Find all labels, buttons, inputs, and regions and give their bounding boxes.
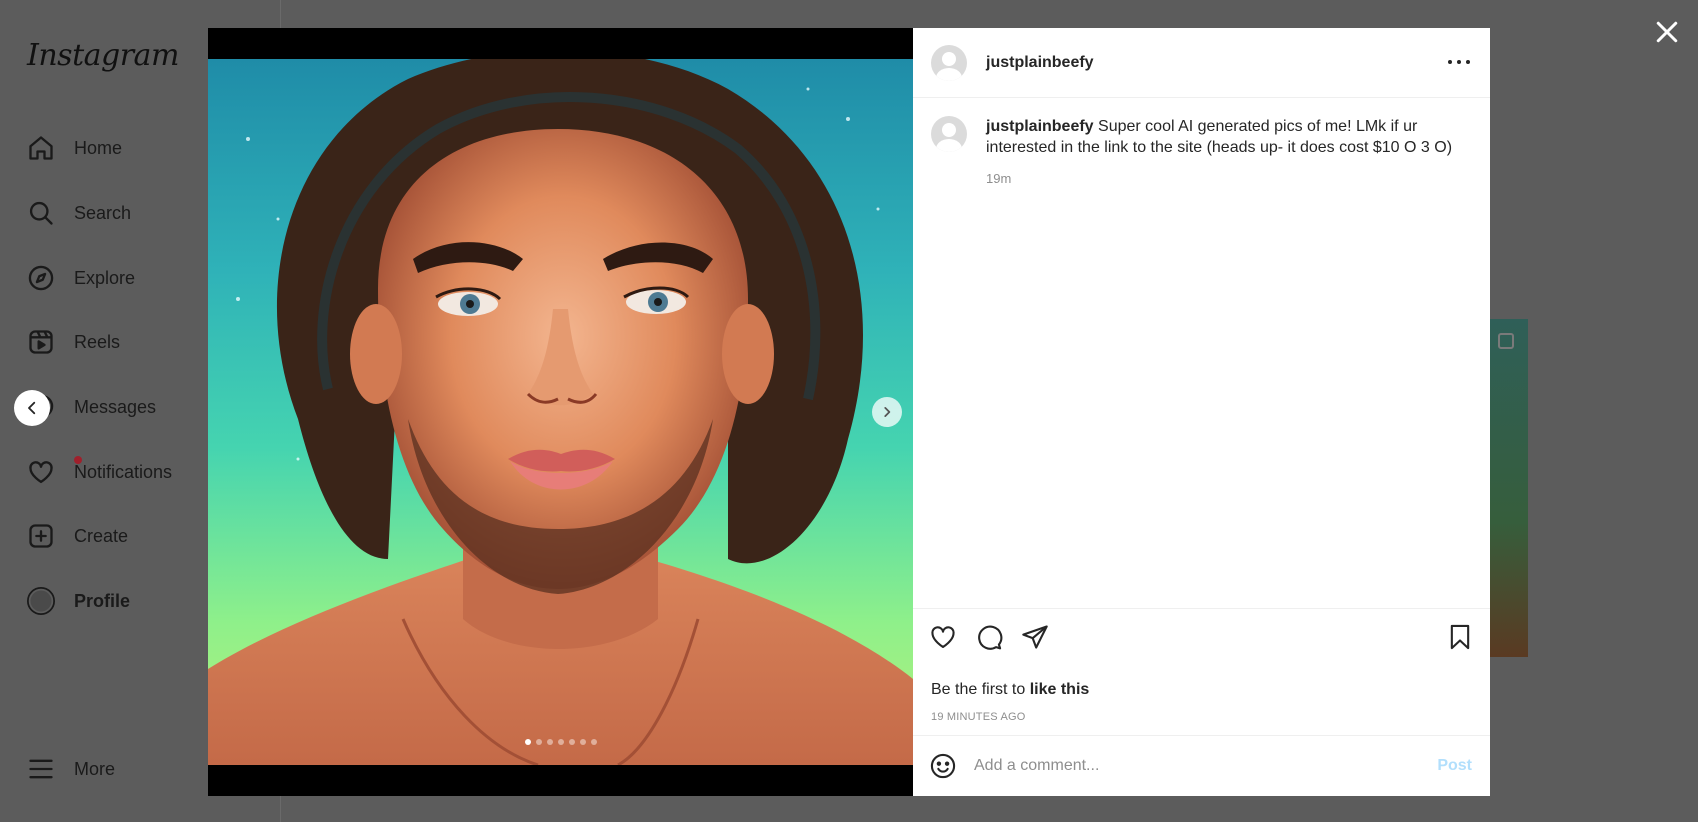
caption: justplainbeefy Super cool AI generated p… [931,116,1472,189]
carousel-dot [579,739,586,745]
carousel-dot [568,739,575,745]
likes-text: Be the first to like this [931,681,1089,699]
ellipsis-icon [1448,60,1452,64]
hamburger-icon [26,754,56,784]
save-button[interactable] [1446,623,1474,656]
sidebar-item-label: Explore [74,267,136,288]
author-username[interactable]: justplainbeefy [986,54,1094,72]
sidebar-item-label: Create [74,525,129,546]
share-paper-plane-icon[interactable] [1021,623,1049,651]
home-icon [26,133,56,163]
post-header: justplainbeefy [913,28,1490,98]
comments-area: justplainbeefy Super cool AI generated p… [913,98,1490,608]
sidebar-item-label: Home [74,137,123,158]
post-timestamp: 19 MINUTES AGO [931,711,1026,723]
carousel-dot [524,739,531,745]
carousel-indicator [208,739,913,745]
caption-body: justplainbeefy Super cool AI generated p… [986,116,1456,189]
instagram-logo[interactable]: Instagram [27,38,179,73]
caption-avatar[interactable] [931,116,967,152]
sidebar-item-label: Reels [74,331,121,352]
comment-bubble-icon[interactable] [975,623,1003,651]
likes-prefix: Be the first to [931,681,1030,698]
emoji-picker-button[interactable] [929,752,957,780]
heart-icon [26,457,56,487]
chevron-right-icon [884,407,891,417]
background-post-thumbnail [1488,319,1528,657]
sidebar-item-label: Search [74,202,132,223]
reels-icon [26,327,56,357]
like-this-link[interactable]: like this [1030,681,1090,698]
notification-badge [74,456,82,464]
caption-username[interactable]: justplainbeefy [986,118,1094,135]
search-icon [26,198,56,228]
like-heart-icon[interactable] [929,623,957,651]
multi-photo-icon [1498,333,1514,349]
plus-square-icon [26,521,56,551]
post-modal: justplainbeefy justplainbeefy Super cool… [208,28,1490,796]
portrait-illustration [208,59,913,765]
sidebar-item-label: Notifications [74,461,173,482]
post-media [208,28,913,796]
carousel-dot [590,739,597,745]
close-modal-button[interactable] [1652,17,1682,47]
close-icon [1656,21,1678,43]
post-comment-button[interactable]: Post [1437,757,1472,775]
more-options-button[interactable] [1448,52,1470,72]
next-image-button[interactable] [872,397,902,427]
compass-icon [26,263,56,293]
carousel-dot [546,739,553,745]
carousel-dot [535,739,542,745]
sidebar-item-label: More [74,758,116,779]
caption-timestamp: 19m [986,171,1012,186]
add-comment-bar: Post [913,735,1490,796]
action-icons [929,623,1049,651]
author-avatar[interactable] [931,44,967,81]
chevron-left-icon [28,401,36,415]
sidebar-item-label: Profile [74,590,131,611]
smiley-icon [930,753,956,779]
previous-post-button[interactable] [14,390,50,426]
post-details-panel: justplainbeefy justplainbeefy Super cool… [913,28,1490,796]
post-image[interactable] [208,59,913,765]
comment-input[interactable] [974,757,1414,775]
bookmark-icon [1450,624,1470,650]
avatar-icon [26,586,56,616]
sidebar-item-label: Messages [74,396,157,417]
carousel-dot [557,739,564,745]
